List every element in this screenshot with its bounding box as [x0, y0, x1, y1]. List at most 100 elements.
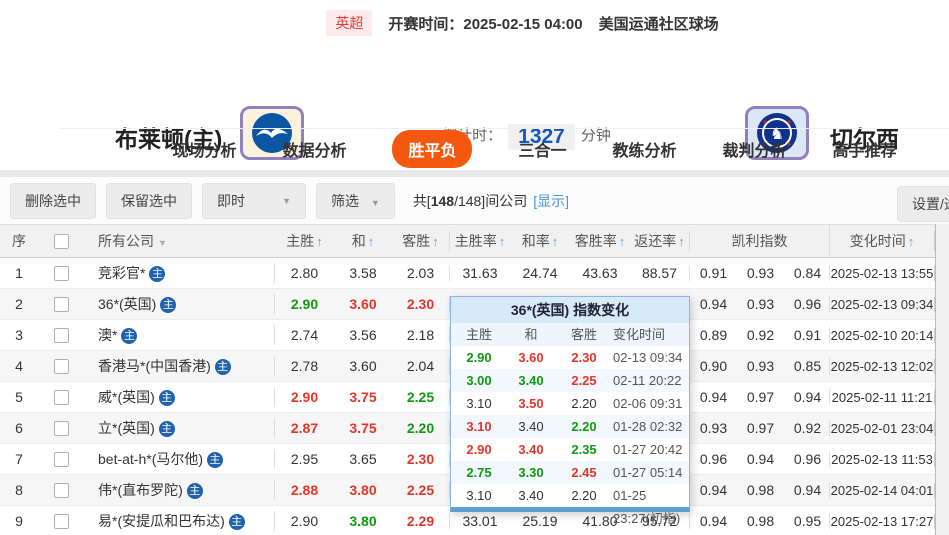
row-checkbox[interactable] [54, 514, 69, 529]
kelly-away: 0.84 [784, 265, 830, 281]
section-divider [0, 170, 949, 177]
tab-three-in-one[interactable]: 三合一 [518, 137, 566, 161]
draw-odds: 3.80 [334, 513, 392, 529]
popup-change-time: 02-11 20:22 [613, 369, 689, 392]
change-time: 2025-02-13 11:53 [830, 452, 935, 467]
show-link[interactable]: [显示] [533, 191, 569, 211]
tab-live-analysis[interactable]: 现场分析 [172, 137, 236, 161]
header-change-time[interactable]: 变化时间↑ [830, 231, 935, 251]
kelly-draw: 0.97 [737, 389, 784, 405]
popup-header-home: 主胜 [451, 323, 507, 346]
draw-rate: 25.19 [510, 513, 570, 529]
row-checkbox[interactable] [54, 359, 69, 374]
row-checkbox[interactable] [54, 452, 69, 467]
header-away-odds[interactable]: 客胜↑ [392, 231, 450, 251]
draw-odds: 3.60 [334, 296, 392, 312]
chevron-down-icon: ▼ [158, 238, 167, 248]
row-seq: 7 [0, 451, 38, 467]
draw-odds: 3.60 [334, 358, 392, 374]
kelly-cell: 0.94 0.97 0.94 [690, 389, 830, 405]
main-badge-icon: 主 [187, 483, 203, 499]
home-odds: 2.90 [275, 296, 334, 312]
kelly-cell: 0.94 0.98 0.94 [690, 482, 830, 498]
row-seq: 4 [0, 358, 38, 374]
home-rate: 31.63 [450, 265, 510, 281]
row-checkbox[interactable] [54, 328, 69, 343]
company-cell[interactable]: 澳*主 [84, 325, 275, 345]
tab-win-draw-lose[interactable]: 胜平负 [392, 130, 472, 168]
popup-change-time: 01-27 20:42 [613, 438, 689, 461]
home-rate: 33.01 [450, 513, 510, 529]
away-odds: 2.30 [392, 296, 450, 312]
company-cell[interactable]: 易*(安提瓜和巴布达)主 [84, 511, 275, 531]
row-checkbox[interactable] [54, 483, 69, 498]
popup-rows: 2.90 3.60 2.30 02-13 09:34 3.00 3.40 2.2… [451, 346, 689, 507]
tab-referee-analysis[interactable]: 裁判分析 [723, 137, 787, 161]
popup-header-time: 变化时间 [613, 323, 689, 346]
change-time: 2025-02-01 23:04 [830, 421, 935, 436]
main-badge-icon: 主 [159, 421, 175, 437]
header-draw-rate[interactable]: 和率↑ [510, 231, 570, 251]
popup-away-odds: 2.20 [555, 392, 613, 415]
company-cell[interactable]: 36*(英国)主 [84, 294, 275, 314]
league-badge: 英超 [326, 10, 372, 36]
main-badge-icon: 主 [215, 359, 231, 375]
popup-away-odds: 2.25 [555, 369, 613, 392]
row-checkbox[interactable] [54, 297, 69, 312]
sort-asc-icon: ↑ [619, 234, 626, 249]
kelly-draw: 0.93 [737, 358, 784, 374]
popup-home-odds: 2.90 [451, 346, 507, 369]
company-cell[interactable]: 伟*(直布罗陀)主 [84, 480, 275, 500]
row-seq: 8 [0, 482, 38, 498]
company-count: 共[148/148]间公司 [413, 191, 527, 211]
tab-data-analysis[interactable]: 数据分析 [282, 137, 346, 161]
row-checkbox[interactable] [54, 266, 69, 281]
kelly-away: 0.92 [784, 420, 830, 436]
select-all-checkbox[interactable] [54, 234, 69, 249]
time-filter-select[interactable]: 即时 ▼ [202, 183, 306, 219]
kelly-away: 0.85 [784, 358, 830, 374]
keep-selected-button[interactable]: 保留选中 [106, 183, 192, 219]
company-cell[interactable]: bet-at-h*(马尔他)主 [84, 449, 275, 469]
filter-button[interactable]: 筛选 ▼ [316, 183, 395, 219]
table-right-stub [935, 224, 949, 535]
kelly-draw: 0.94 [737, 451, 784, 467]
away-odds: 2.30 [392, 451, 450, 467]
header-home-rate[interactable]: 主胜率↑ [450, 231, 510, 251]
delete-selected-button[interactable]: 删除选中 [10, 183, 96, 219]
popup-draw-odds: 3.50 [507, 392, 555, 415]
settings-select-button[interactable]: 设置/选择 [897, 186, 949, 222]
company-cell[interactable]: 威*(英国)主 [84, 387, 275, 407]
popup-home-odds: 3.00 [451, 369, 507, 392]
header-draw-odds[interactable]: 和↑ [334, 231, 392, 251]
change-time: 2025-02-11 11:21 [830, 390, 935, 405]
header-home-odds[interactable]: 主胜↑ [275, 231, 334, 251]
kelly-home: 0.94 [690, 482, 737, 498]
popup-row: 2.90 3.40 2.35 01-27 20:42 [451, 438, 689, 461]
header-return-rate[interactable]: 返还率↑ [630, 231, 690, 251]
kelly-home: 0.94 [690, 296, 737, 312]
teams-header: 布莱顿(主) 倒计时：1327分钟 ♞ 切尔西 [0, 50, 949, 120]
popup-change-time: 02-06 09:31 [613, 392, 689, 415]
kelly-cell: 0.96 0.94 0.96 [690, 451, 830, 467]
table-row[interactable]: 1 竞彩官*主 2.80 3.58 2.03 31.63 24.74 43.63… [0, 258, 949, 289]
header-kelly: 凯利指数 [690, 224, 830, 258]
popup-home-odds: 2.90 [451, 438, 507, 461]
popup-away-odds: 2.20 [555, 484, 613, 507]
header-company[interactable]: 所有公司▼ [84, 231, 275, 251]
tab-expert-picks[interactable]: 高手推荐 [833, 137, 897, 161]
away-odds: 2.25 [392, 389, 450, 405]
popup-change-time: 01-25 23:27(初指) [613, 484, 689, 507]
row-checkbox[interactable] [54, 390, 69, 405]
kelly-home: 0.89 [690, 327, 737, 343]
row-checkbox[interactable] [54, 421, 69, 436]
kelly-draw: 0.93 [737, 265, 784, 281]
header-away-rate[interactable]: 客胜率↑ [570, 231, 630, 251]
company-cell[interactable]: 立*(英国)主 [84, 418, 275, 438]
draw-odds: 3.58 [334, 265, 392, 281]
popup-row: 2.90 3.60 2.30 02-13 09:34 [451, 346, 689, 369]
odds-history-popup: 36*(英国) 指数变化 主胜 和 客胜 变化时间 2.90 3.60 2.30… [450, 296, 690, 512]
company-cell[interactable]: 香港马*(中国香港)主 [84, 356, 275, 376]
company-cell[interactable]: 竞彩官*主 [84, 263, 275, 283]
tab-coach-analysis[interactable]: 教练分析 [613, 137, 677, 161]
